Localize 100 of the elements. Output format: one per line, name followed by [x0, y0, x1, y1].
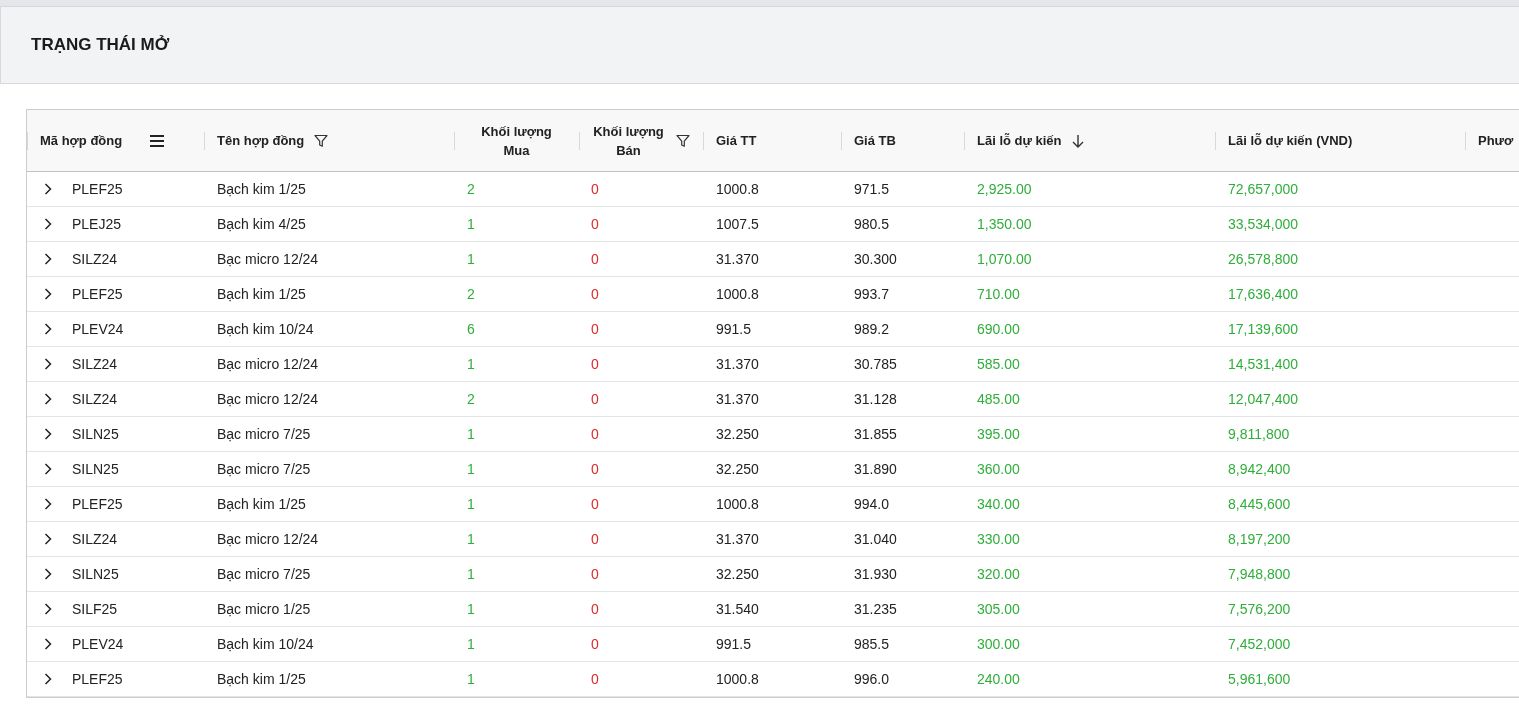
table-cell: 985.5: [854, 636, 890, 652]
column-header[interactable]: Lãi lỗ dự kiến: [977, 133, 1062, 148]
table-cell: Bạc micro 7/25: [217, 426, 311, 442]
table-cell: 1: [467, 496, 475, 512]
table-cell: 30.300: [854, 251, 897, 267]
table-cell: 17,636,400: [1228, 286, 1299, 302]
table-cell: 0: [591, 356, 599, 372]
filter-icon[interactable]: [314, 133, 329, 148]
table-cell: 8,197,200: [1228, 531, 1291, 547]
table-cell: 1: [467, 671, 475, 687]
table-cell: 5,961,600: [1228, 671, 1291, 687]
table-cell: 0: [591, 496, 599, 512]
table-cell: 0: [591, 601, 599, 617]
table-cell: 0: [591, 321, 599, 337]
table-cell: 710.00: [977, 286, 1020, 302]
table-cell: 2: [467, 181, 475, 197]
table-cell: Bạch kim 10/24: [217, 636, 314, 652]
column-header[interactable]: Khối lượng Bán: [591, 121, 666, 160]
table-cell: 31.930: [854, 566, 897, 582]
table-cell: SILZ24: [72, 531, 118, 547]
table-cell: 320.00: [977, 566, 1020, 582]
table-cell: 330.00: [977, 531, 1020, 547]
table-cell: 1: [467, 356, 475, 372]
table-cell: 1000.8: [716, 286, 759, 302]
table-cell: 2: [467, 286, 475, 302]
expand-chevron-icon[interactable]: [44, 533, 52, 545]
table-cell: 0: [591, 181, 599, 197]
table-cell: 0: [591, 566, 599, 582]
column-header[interactable]: Phươ: [1478, 133, 1514, 148]
table-cell: 360.00: [977, 461, 1020, 477]
column-header[interactable]: Khối lượng Mua: [476, 121, 557, 160]
table-cell: 8,445,600: [1228, 496, 1291, 512]
column-header[interactable]: Giá TT: [716, 133, 757, 148]
table-cell: 0: [591, 216, 599, 232]
table-cell: 26,578,800: [1228, 251, 1299, 267]
table-cell: 305.00: [977, 601, 1020, 617]
table-cell: 585.00: [977, 356, 1020, 372]
table-cell: 690.00: [977, 321, 1020, 337]
table-cell: 1: [467, 531, 475, 547]
table-cell: 0: [591, 391, 599, 407]
expand-chevron-icon[interactable]: [44, 673, 52, 685]
table-cell: 996.0: [854, 671, 890, 687]
expand-chevron-icon[interactable]: [44, 358, 52, 370]
expand-chevron-icon[interactable]: [44, 498, 52, 510]
table-cell: 993.7: [854, 286, 890, 302]
table-cell: PLEF25: [72, 496, 123, 512]
expand-chevron-icon[interactable]: [44, 323, 52, 335]
table-cell: Bạch kim 1/25: [217, 496, 306, 512]
table-cell: 1000.8: [716, 496, 759, 512]
table-cell: SILZ24: [72, 356, 118, 372]
table-cell: 1: [467, 461, 475, 477]
column-header[interactable]: Giá TB: [854, 133, 896, 148]
table-cell: PLEV24: [72, 636, 124, 652]
expand-chevron-icon[interactable]: [44, 218, 52, 230]
table-cell: SILZ24: [72, 391, 118, 407]
table-cell: 6: [467, 321, 475, 337]
column-header[interactable]: Tên hợp đồng: [217, 133, 305, 148]
expand-chevron-icon[interactable]: [44, 428, 52, 440]
expand-chevron-icon[interactable]: [44, 638, 52, 650]
table-cell: 1: [467, 601, 475, 617]
table-cell: Bạch kim 1/25: [217, 671, 306, 687]
table-cell: SILZ24: [72, 251, 118, 267]
table-cell: 31.370: [716, 356, 759, 372]
table-cell: 0: [591, 286, 599, 302]
table-cell: Bạch kim 1/25: [217, 181, 306, 197]
panel-title: TRẠNG THÁI MỞ: [31, 35, 170, 55]
column-header[interactable]: Lãi lỗ dự kiến (VND): [1228, 133, 1353, 148]
table-cell: Bạch kim 4/25: [217, 216, 306, 232]
expand-chevron-icon[interactable]: [44, 253, 52, 265]
table-cell: 1,070.00: [977, 251, 1032, 267]
arrow-down-icon[interactable]: [1071, 133, 1084, 148]
table-cell: 31.540: [716, 601, 759, 617]
filter-icon[interactable]: [676, 133, 690, 148]
table-cell: 72,657,000: [1228, 181, 1299, 197]
expand-chevron-icon[interactable]: [44, 603, 52, 615]
table-cell: 14,531,400: [1228, 356, 1299, 372]
table-cell: 0: [591, 671, 599, 687]
table-cell: 9,811,800: [1228, 426, 1290, 442]
expand-chevron-icon[interactable]: [44, 183, 52, 195]
table-cell: 17,139,600: [1228, 321, 1299, 337]
table-cell: PLEF25: [72, 286, 123, 302]
expand-chevron-icon[interactable]: [44, 568, 52, 580]
table-cell: 31.370: [716, 391, 759, 407]
table-cell: 991.5: [716, 321, 752, 337]
menu-icon[interactable]: [150, 134, 165, 147]
column-header[interactable]: Mã hợp đồng: [40, 133, 123, 148]
table-cell: 2: [467, 391, 475, 407]
table-cell: 989.2: [854, 321, 890, 337]
table-cell: 0: [591, 636, 599, 652]
table-cell: Bạc micro 12/24: [217, 356, 319, 372]
expand-chevron-icon[interactable]: [44, 288, 52, 300]
expand-chevron-icon[interactable]: [44, 393, 52, 405]
table-cell: 1: [467, 251, 475, 267]
table-cell: 1,350.00: [977, 216, 1032, 232]
table-cell: 994.0: [854, 496, 890, 512]
table-cell: 7,576,200: [1228, 601, 1291, 617]
table-cell: 30.785: [854, 356, 897, 372]
expand-chevron-icon[interactable]: [44, 463, 52, 475]
table-cell: SILF25: [72, 601, 118, 617]
table-cell: Bạc micro 1/25: [217, 601, 311, 617]
